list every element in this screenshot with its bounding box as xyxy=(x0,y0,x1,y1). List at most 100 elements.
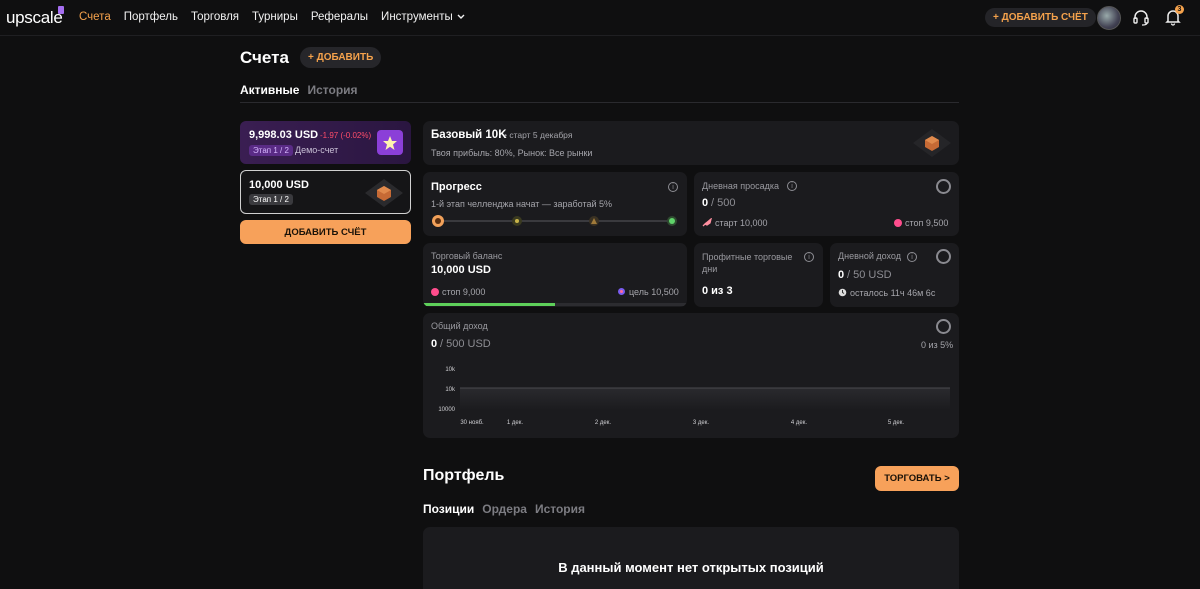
total-income-percent: 0 из 5% xyxy=(921,340,954,350)
nav-item-accounts[interactable]: Счета xyxy=(79,11,111,23)
logo[interactable]: upscale xyxy=(6,8,63,28)
drawdown-card: Дневная просадка i 0 / 500 старт 10,000 … xyxy=(694,172,959,236)
y-tick-label: 10000 xyxy=(438,407,455,413)
clock-icon xyxy=(838,288,847,297)
profit-days-value: 0 из 3 xyxy=(702,285,733,297)
info-icon[interactable]: i xyxy=(804,252,814,262)
balance-value: 10,000 USD xyxy=(431,264,491,276)
x-tick-label: 1 дек. xyxy=(507,420,523,426)
nav-item-tournaments[interactable]: Турниры xyxy=(252,11,298,23)
drawdown-max: / 500 xyxy=(711,197,736,209)
profit-days-title: Профитные торговые дни xyxy=(702,252,793,274)
info-icon[interactable]: i xyxy=(787,181,797,191)
drawdown-stop-label: стоп 9,500 xyxy=(905,218,949,228)
cube-icon xyxy=(365,179,403,207)
balance-card: Торговый баланс 10,000 USD стоп 9,000 це… xyxy=(423,243,687,307)
y-tick-label: 10k xyxy=(445,387,456,393)
account-card-selected[interactable]: 10,000 USD Этап 1 / 2 xyxy=(240,170,411,214)
page-title: Счета xyxy=(240,48,289,67)
income-chart: 10k 10k 10000 30 нояб. 1 дек. 2 дек. 3 дек. 4 д… xyxy=(438,367,950,426)
chevron-down-icon xyxy=(457,14,465,19)
balance-stop-label: стоп 9,000 xyxy=(442,287,486,297)
daily-income-title: Дневной доход xyxy=(838,251,901,261)
progress-subtitle: 1-й этап челленджа начат — заработай 5% xyxy=(431,199,613,209)
add-button[interactable]: + ДОБАВИТЬ xyxy=(300,47,382,68)
plan-name: Базовый 10K xyxy=(431,129,507,141)
drawdown-start: старт 10,000 xyxy=(702,217,768,228)
daily-income-card: Дневной доход i 0 / 50 USD осталось 11ч … xyxy=(830,243,959,307)
drawdown-stop: стоп 9,500 xyxy=(894,218,948,228)
tab-orders[interactable]: Ордера xyxy=(482,502,527,516)
stop-dot-icon xyxy=(894,219,902,227)
nav-item-portfolio[interactable]: Портфель xyxy=(124,11,178,23)
top-navbar: upscale Счета Портфель Торговля Турниры … xyxy=(0,0,1200,36)
empty-positions-message: В данный момент нет открытых позиций xyxy=(558,560,824,575)
target-icon xyxy=(618,288,625,295)
tab-portfolio-history[interactable]: История xyxy=(535,502,585,516)
plan-details: Твоя прибыль: 80%, Рынок: Все рынки xyxy=(431,148,593,158)
progress-title: Прогресс xyxy=(431,181,482,193)
total-income-max: / 500 USD xyxy=(440,338,491,350)
rocket-icon xyxy=(702,217,713,227)
balance-target-label: цель 10,500 xyxy=(629,287,679,297)
nav-item-tools[interactable]: Инструменты xyxy=(381,11,465,23)
headset-icon[interactable] xyxy=(1132,9,1150,27)
plan-card: Базовый 10K • старт 5 декабря Твоя прибы… xyxy=(423,121,959,165)
x-tick-label: 5 дек. xyxy=(888,420,904,426)
progress-ring xyxy=(936,179,951,194)
empty-positions-panel: В данный момент нет открытых позиций xyxy=(423,527,959,589)
portfolio-tabs: Позиции Ордера История xyxy=(423,502,585,516)
drawdown-title: Дневная просадка xyxy=(702,181,779,191)
progress-ring xyxy=(936,249,951,264)
daily-income-remaining: осталось 11ч 46м 6с xyxy=(838,288,935,298)
progress-ring xyxy=(936,319,951,334)
balance-target: цель 10,500 xyxy=(617,287,679,297)
account-change: -1.97 (-0.02%) xyxy=(320,131,372,140)
nav-item-referrals[interactable]: Рефералы xyxy=(311,11,368,23)
balance-stop: стоп 9,000 xyxy=(431,287,485,297)
create-account-button[interactable]: ДОБАВИТЬ СЧЁТ xyxy=(240,220,411,244)
info-icon[interactable]: i xyxy=(668,182,678,192)
nav-item-trading[interactable]: Торговля xyxy=(191,11,239,23)
total-income-title: Общий доход xyxy=(431,321,488,331)
progress-card: Прогресс i 1-й этап челленджа начат — за… xyxy=(423,172,687,236)
nav-menu: Счета Портфель Торговля Турниры Рефералы… xyxy=(79,11,465,23)
daily-income-max: / 50 USD xyxy=(847,269,892,281)
divider xyxy=(240,102,959,103)
plan-start: • старт 5 декабря xyxy=(504,130,573,140)
stage-badge: Этап 1 / 2 xyxy=(249,145,293,156)
daily-income-current: 0 xyxy=(838,269,845,281)
progress-track xyxy=(432,215,677,227)
stage-badge: Этап 1 / 2 xyxy=(249,194,293,205)
balance-bar-fill xyxy=(423,303,555,306)
total-income-card: Общий доход 0 / 500 USD 0 из 5% 10k 10k 10… xyxy=(423,313,959,438)
avatar[interactable] xyxy=(1097,6,1121,30)
logo-mark xyxy=(58,6,64,14)
daily-income-remaining-label: осталось 11ч 46м 6с xyxy=(850,288,936,298)
portfolio-title: Портфель xyxy=(423,467,505,484)
x-tick-label: 30 нояб. xyxy=(460,420,484,426)
tab-active[interactable]: Активные xyxy=(240,83,299,97)
account-balance: 9,998.03 USD xyxy=(249,129,319,141)
info-icon[interactable]: i xyxy=(907,252,917,262)
chart-area xyxy=(460,388,950,410)
notification-badge: 3 xyxy=(1175,5,1184,14)
x-tick-label: 3 дек. xyxy=(693,420,709,426)
cube-icon xyxy=(913,129,951,157)
x-tick-label: 2 дек. xyxy=(595,420,611,426)
drawdown-start-label: старт 10,000 xyxy=(715,218,768,228)
drawdown-current: 0 xyxy=(702,197,709,209)
profit-days-card: Профитные торговые дни i 0 из 3 xyxy=(694,243,823,307)
stop-dot-icon xyxy=(431,288,439,296)
account-tabs: Активные История xyxy=(240,83,358,97)
account-balance: 10,000 USD xyxy=(249,179,309,191)
nav-item-tools-label: Инструменты xyxy=(381,11,453,23)
balance-bar-track xyxy=(423,303,687,306)
tab-history[interactable]: История xyxy=(307,83,357,97)
y-tick-label: 10k xyxy=(445,367,456,373)
trade-button[interactable]: ТОРГОВАТЬ > xyxy=(875,466,959,491)
account-type: Демо-счет xyxy=(295,145,339,155)
add-account-button[interactable]: + ДОБАВИТЬ СЧЁТ xyxy=(985,8,1096,27)
tab-positions[interactable]: Позиции xyxy=(423,502,474,516)
star-icon xyxy=(377,130,403,155)
